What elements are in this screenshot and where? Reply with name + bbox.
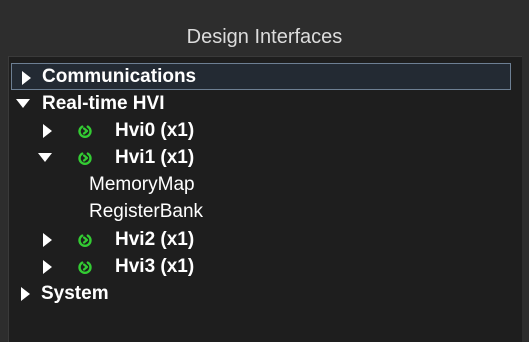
expand-arrow-icon[interactable]: [39, 226, 55, 253]
tree-item-label: RegisterBank: [89, 201, 204, 222]
tree-item-hvi0[interactable]: Hvi0 (x1): [11, 117, 311, 144]
expand-arrow-icon[interactable]: [18, 64, 34, 91]
interfaces-tree[interactable]: Communications Real-time HVI Hvi0 (x1) H…: [8, 56, 522, 342]
tree-item-communications[interactable]: Communications: [11, 63, 511, 90]
tree-item-label: System: [41, 283, 109, 304]
expand-arrow-icon[interactable]: [39, 253, 55, 280]
tree-item-label: MemoryMap: [89, 174, 195, 195]
collapse-arrow-icon[interactable]: [37, 144, 53, 171]
tree-item-registerbank[interactable]: RegisterBank: [89, 198, 203, 225]
tree-item-hvi1[interactable]: Hvi1 (x1): [11, 144, 311, 171]
tree-item-label: Hvi3 (x1): [115, 256, 195, 277]
power-icon: [78, 261, 92, 274]
tree-item-label: Hvi0 (x1): [115, 120, 195, 141]
tree-item-label: Hvi1 (x1): [115, 147, 195, 168]
tree-item-memorymap[interactable]: MemoryMap: [89, 171, 195, 198]
tree-item-label: Real-time HVI: [42, 93, 165, 114]
tree-item-label: Communications: [42, 66, 197, 87]
tree-item-hvi3[interactable]: Hvi3 (x1): [11, 253, 311, 280]
tree-item-hvi2[interactable]: Hvi2 (x1): [11, 226, 311, 253]
panel-title: Design Interfaces: [186, 26, 343, 48]
collapse-arrow-icon[interactable]: [15, 90, 31, 117]
tree-item-label: Hvi2 (x1): [115, 229, 195, 250]
power-icon: [78, 125, 92, 138]
expand-arrow-icon[interactable]: [39, 117, 55, 144]
design-interfaces-panel: Design Interfaces Communications Real-ti…: [0, 0, 529, 342]
expand-arrow-icon[interactable]: [17, 280, 33, 307]
power-icon: [78, 152, 92, 165]
power-icon: [78, 234, 92, 247]
